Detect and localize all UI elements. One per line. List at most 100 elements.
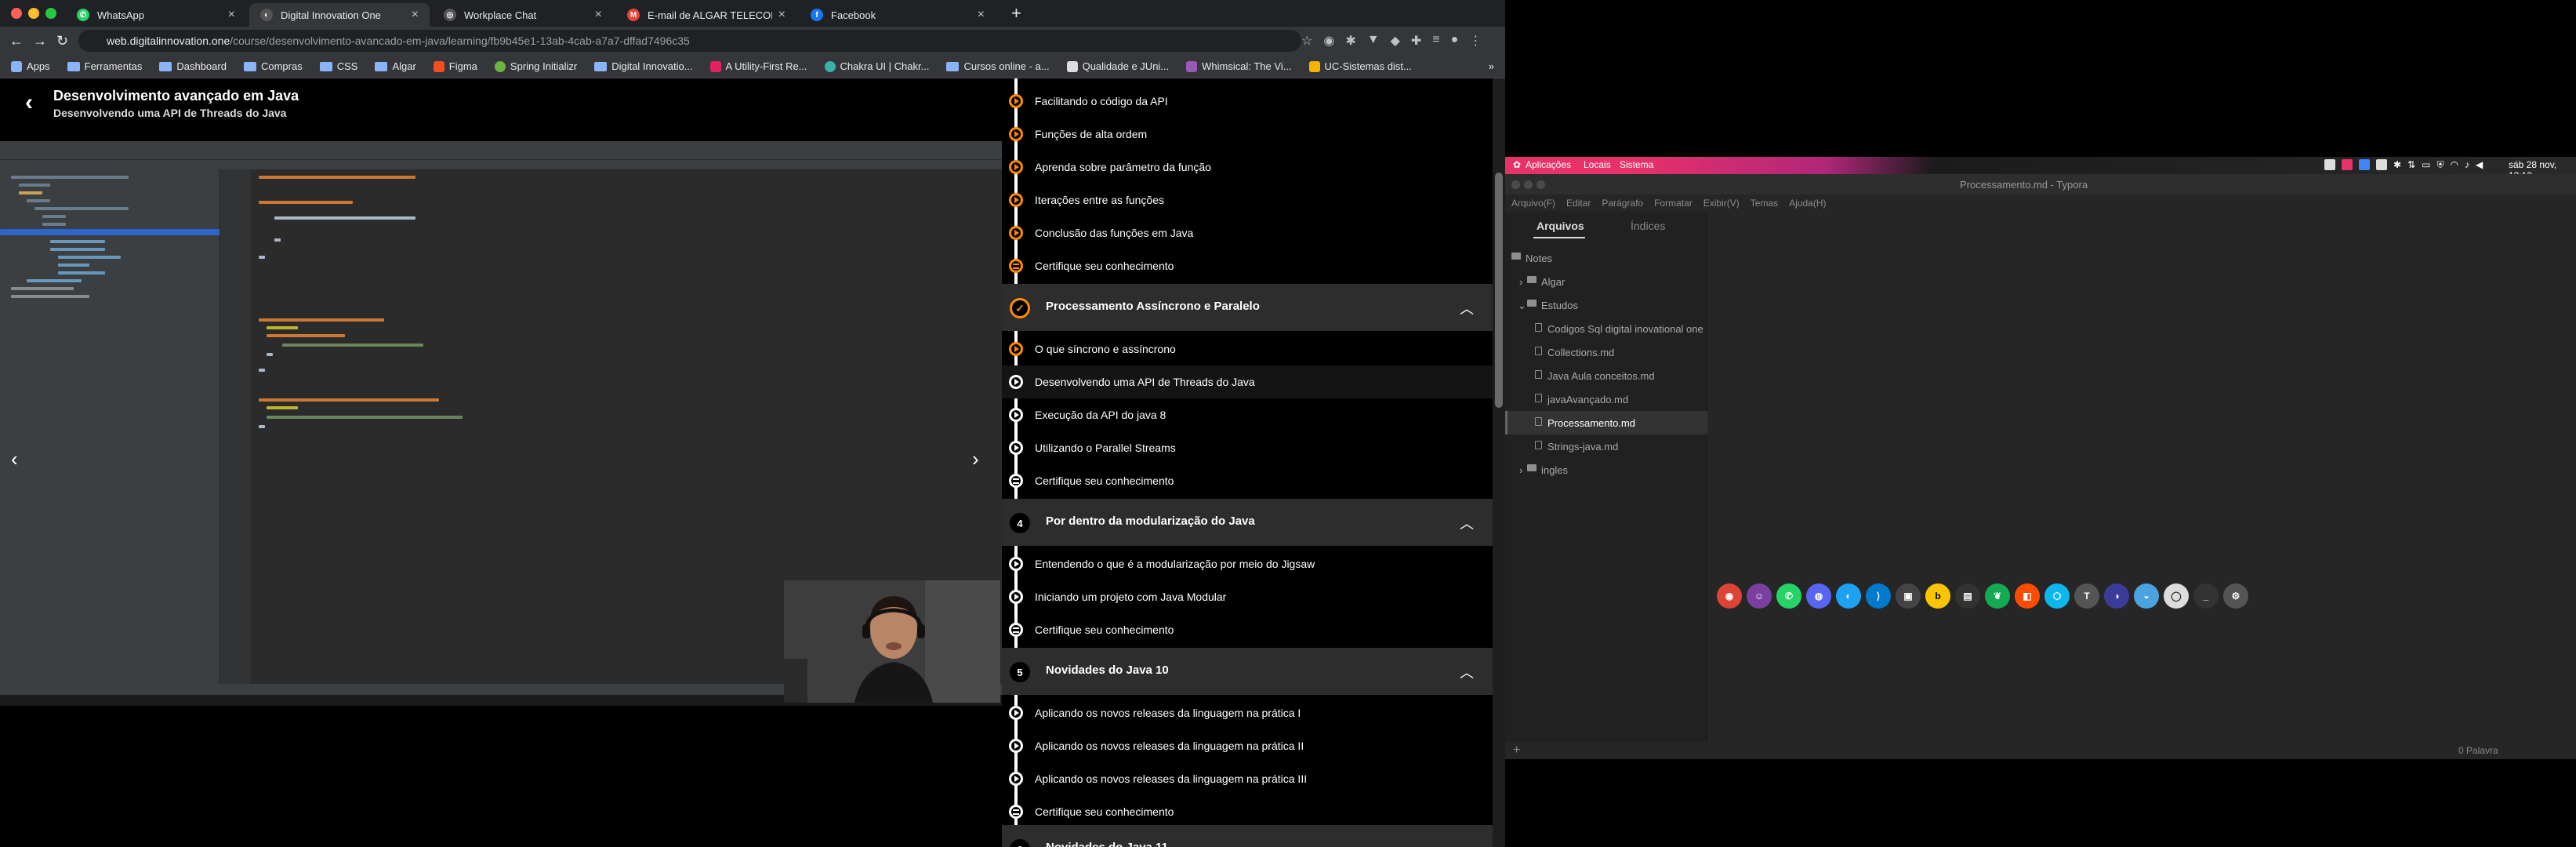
app-icon[interactable]: ◒ (2134, 583, 2159, 609)
address-bar[interactable]: web.digitalinnovation.one/course/desenvo… (78, 30, 1301, 52)
bookmark-folder[interactable]: Dashboard (159, 60, 227, 72)
close-tab-icon[interactable]: × (595, 8, 602, 22)
section-header[interactable]: 6 Novidades do Java 11 ︿ (1002, 825, 1493, 847)
new-tab-icon[interactable]: + (1011, 3, 1021, 24)
tab-arquivos[interactable]: Arquivos (1537, 220, 1584, 232)
menu-editar[interactable]: Editar (1566, 198, 1591, 209)
bookmark-folder[interactable]: Algar (375, 60, 416, 72)
tree-folder-estudos[interactable]: ⌄ Estudos (1505, 293, 1707, 317)
bookmark-whimsical[interactable]: Whimsical: The Vi... (1186, 60, 1292, 72)
lesson-item[interactable]: Iniciando um projeto com Java Modular (1002, 580, 1493, 613)
menu-exibir[interactable]: Exibir(V) (1703, 198, 1740, 209)
app-icon[interactable]: ▤ (1955, 583, 1980, 609)
tree-folder-ingles[interactable]: › ingles (1505, 458, 1707, 482)
back-arrow-icon[interactable]: ← (9, 33, 24, 49)
bookmark-folder[interactable]: Digital Innovatio... (594, 60, 693, 72)
back-chevron-icon[interactable]: ‹ (25, 89, 33, 116)
app-icon[interactable]: ◑ (2104, 583, 2129, 609)
tab-workplace-chat[interactable]: ◎ Workplace Chat × (433, 3, 613, 27)
extension-icon[interactable]: ◉ (1323, 33, 1334, 49)
close-tab-icon[interactable]: × (228, 8, 235, 22)
tree-file[interactable]: Collections.md (1505, 340, 1707, 364)
mongodb-icon[interactable]: ❦ (1985, 583, 2010, 609)
maximize-window-icon[interactable] (45, 8, 56, 19)
lesson-item[interactable]: Aplicando os novos releases da linguagem… (1002, 696, 1493, 729)
scrollbar-thumb[interactable] (1495, 173, 1503, 408)
clock[interactable]: sáb 28 nov, 13:10 (2509, 159, 2576, 174)
bookmark-star-icon[interactable]: ☆ (1301, 33, 1312, 49)
tab-facebook[interactable]: f Facebook × (800, 3, 996, 27)
tab-email-algar[interactable]: M E-mail de ALGAR TELECOM × (616, 3, 796, 27)
bluetooth-icon[interactable]: ✱ (2393, 159, 2401, 171)
lesson-item[interactable]: Conclusão das funções em Java (1002, 216, 1493, 249)
battery-icon[interactable]: ▭ (2422, 159, 2430, 171)
chevron-up-icon[interactable]: ︿ (1460, 513, 1474, 533)
bookmark-folder[interactable]: CSS (319, 60, 357, 72)
media-icon[interactable]: ≡ (1432, 33, 1439, 49)
quiz-item[interactable]: Certifique seu conhecimento (1002, 613, 1493, 646)
extension-icon[interactable]: ✱ (1345, 33, 1355, 49)
close-tab-icon[interactable]: × (778, 8, 785, 22)
bookmark-spring[interactable]: Spring Initializr (494, 60, 577, 72)
bookmark-chakra[interactable]: Chakra UI | Chakr... (824, 60, 929, 72)
chrome-icon[interactable]: ◉ (1717, 583, 1742, 609)
jetbrains-icon[interactable]: ◧ (2015, 583, 2040, 609)
quiz-item[interactable]: Certifique seu conhecimento (1002, 795, 1493, 828)
profile-icon[interactable]: ● (1451, 33, 1459, 49)
discord-like-icon[interactable]: ☺ (1747, 583, 1772, 609)
tab-whatsapp[interactable]: ✆ WhatsApp × (66, 3, 246, 27)
minimize-window-icon[interactable] (28, 8, 39, 19)
close-window-icon[interactable] (11, 8, 22, 19)
puzzle-icon[interactable]: ✚ (1411, 33, 1421, 49)
chevron-up-icon[interactable]: ︿ (1460, 662, 1474, 682)
page-scrollbar[interactable] (1493, 78, 1505, 847)
bookmark-folder[interactable]: Ferramentas (67, 60, 142, 72)
tree-folder-algar[interactable]: › Algar (1505, 270, 1707, 293)
typora-editor[interactable] (1707, 212, 2576, 742)
bookmark-folder[interactable]: Cursos online - a... (946, 60, 1050, 72)
menu-logo-icon[interactable]: ✿ (1513, 159, 1521, 170)
lesson-item[interactable]: O que síncrono e assíncrono (1002, 333, 1493, 365)
tree-file[interactable]: Codigos Sql digital inovational one (1505, 317, 1707, 340)
lesson-item[interactable]: Facilitando o código da API (1002, 85, 1493, 118)
wifi-icon[interactable]: ◠ (2450, 159, 2458, 171)
close-tab-icon[interactable]: × (978, 8, 985, 22)
minimize-window-icon[interactable] (1524, 180, 1533, 189)
close-window-icon[interactable] (1511, 180, 1520, 189)
app-icon[interactable]: ◯ (2164, 583, 2189, 609)
section-header[interactable]: 5 Novidades do Java 10 ︿ (1002, 648, 1493, 695)
volume-icon[interactable]: ◀ (2476, 159, 2483, 171)
menu-temas[interactable]: Temas (1751, 198, 1778, 209)
maximize-window-icon[interactable] (1537, 180, 1545, 189)
menu-places[interactable]: Locais (1584, 159, 1611, 170)
extension-icon[interactable]: ▼ (1367, 33, 1380, 49)
menu-icon[interactable]: ⋮ (1469, 33, 1482, 49)
video-player[interactable]: ‹ Desenvolvimento avançado em Java Desen… (0, 78, 1002, 847)
terminal-icon[interactable]: _ (2193, 583, 2219, 609)
chevron-up-icon[interactable]: ︿ (1460, 298, 1474, 318)
quiz-item[interactable]: Certifique seu conhecimento (1002, 464, 1493, 497)
lesson-item[interactable]: Aplicando os novos releases da linguagem… (1002, 762, 1493, 795)
lesson-item[interactable]: Utilizando o Parallel Streams (1002, 431, 1493, 464)
tree-folder-notes[interactable]: Notes (1505, 246, 1707, 270)
bookmark-figma[interactable]: Figma (433, 60, 477, 72)
tray-icon[interactable] (2324, 159, 2335, 170)
lesson-item[interactable]: Iterações entre as funções (1002, 184, 1493, 216)
b-app-icon[interactable]: b (1925, 583, 1950, 609)
tree-file[interactable]: javaAvançado.md (1505, 387, 1707, 411)
menu-paragrafo[interactable]: Parágrafo (1602, 198, 1643, 209)
bookmark-tailwind[interactable]: A Utility-First Re... (709, 60, 807, 72)
whatsapp-icon[interactable]: ✆ (1776, 583, 1801, 609)
settings-gear-icon[interactable]: ⚙ (2223, 583, 2248, 609)
forward-arrow-icon[interactable]: → (33, 33, 47, 49)
menu-applications[interactable]: Aplicações (1526, 159, 1571, 170)
vscode-icon[interactable]: ⟩ (1866, 583, 1891, 609)
network-icon[interactable]: ⇅ (2407, 159, 2415, 171)
typora-icon[interactable]: T (2074, 583, 2099, 609)
bookmark-uc[interactable]: UC-Sistemas dist... (1308, 60, 1412, 72)
quiz-item[interactable]: Certifique seu conhecimento (1002, 249, 1493, 282)
extension-icon[interactable]: ◆ (1391, 33, 1400, 49)
tree-file[interactable]: Strings-java.md (1505, 434, 1707, 458)
lesson-item-current[interactable]: Desenvolvendo uma API de Threads do Java (1002, 365, 1493, 398)
tree-file-selected[interactable]: Processamento.md (1505, 411, 1707, 434)
